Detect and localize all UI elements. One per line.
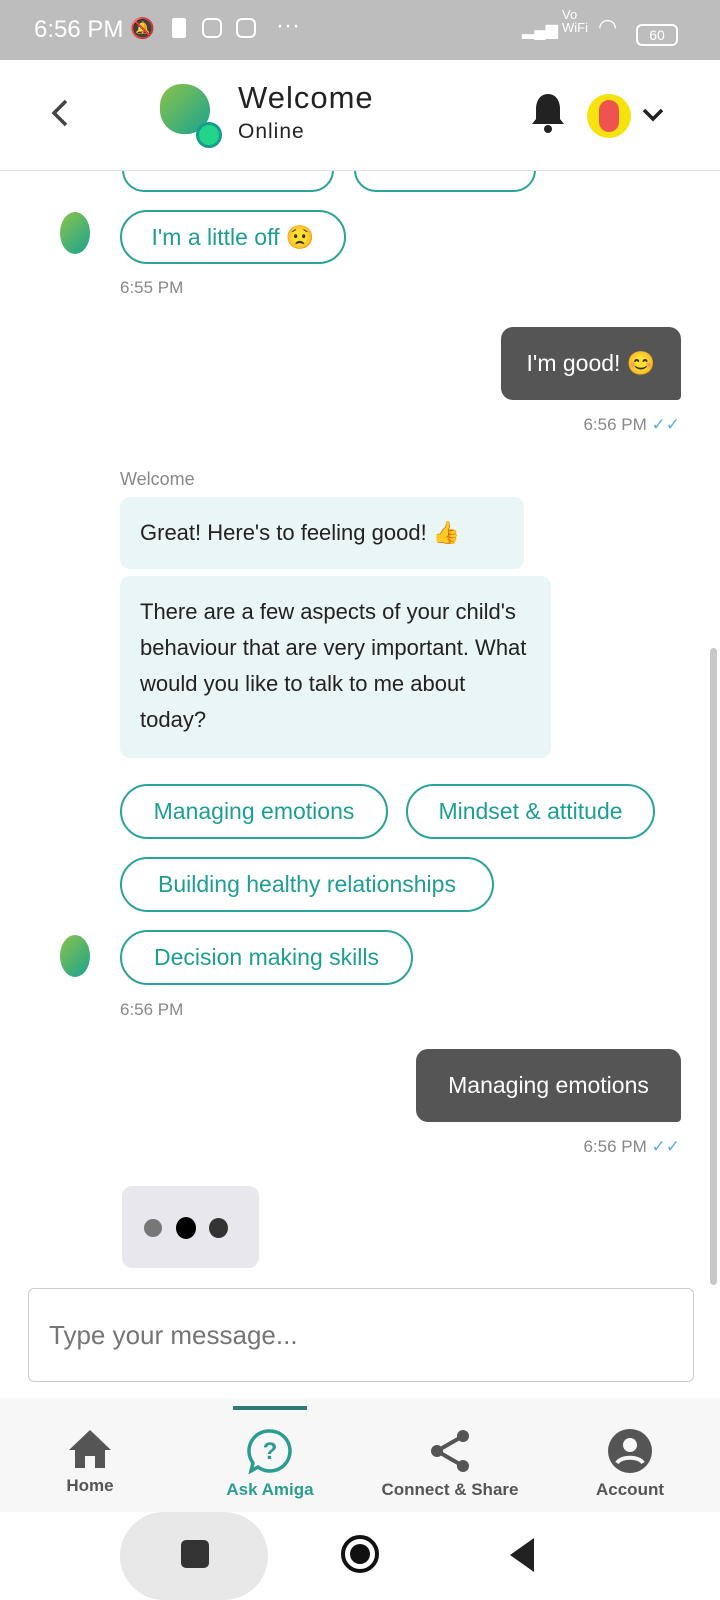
- back-nav-icon[interactable]: [508, 1536, 536, 1574]
- read-check-icon: ✓✓: [651, 415, 681, 434]
- battery-icon: 60: [636, 24, 678, 46]
- bot-message: There are a few aspects of your child's …: [120, 576, 551, 758]
- bot-avatar: [60, 935, 90, 977]
- quick-reply-chip[interactable]: Mindset & attitude: [406, 784, 655, 839]
- quick-reply-chip[interactable]: Managing emotions: [120, 784, 388, 839]
- chat-header: Welcome Online: [0, 60, 720, 171]
- nav-label: Account: [596, 1480, 664, 1499]
- nav-label: Home: [66, 1476, 114, 1495]
- sender-name: Welcome: [120, 469, 195, 489]
- system-nav-bar: [0, 1512, 720, 1600]
- bell-icon[interactable]: [530, 92, 566, 134]
- online-indicator: [196, 122, 222, 148]
- nav-home[interactable]: Home: [0, 1410, 180, 1510]
- recents-icon[interactable]: [181, 1540, 209, 1568]
- question-chat-icon: ?: [247, 1429, 292, 1474]
- quick-reply-chip[interactable]: I'm a little off 😟: [120, 210, 346, 264]
- instagram-icon: [236, 18, 256, 38]
- timestamp: 6:56 PM ✓✓: [583, 1137, 680, 1157]
- status-time: 6:56 PM: [34, 16, 124, 43]
- chevron-down-icon[interactable]: [641, 106, 665, 124]
- network-label: Vo WiFi: [562, 7, 588, 35]
- timestamp: 6:55 PM: [120, 278, 184, 297]
- user-message: I'm good! 😊: [501, 327, 681, 400]
- instagram-icon: [202, 18, 222, 38]
- timestamp: 6:56 PM: [120, 1000, 184, 1019]
- message-input[interactable]: [28, 1288, 694, 1382]
- timestamp-text: 6:56 PM: [583, 415, 647, 434]
- nav-connect-share[interactable]: Connect & Share: [360, 1410, 540, 1510]
- nav-account[interactable]: Account: [540, 1410, 720, 1510]
- timestamp-text: 6:56 PM: [583, 1137, 647, 1156]
- nav-label: Connect & Share: [381, 1480, 519, 1499]
- mute-icon: 🔕: [130, 18, 155, 40]
- user-message: Managing emotions: [416, 1049, 681, 1122]
- timestamp: 6:56 PM ✓✓: [583, 415, 680, 435]
- status-bar: 6:56 PM 🔕 ··· ▂▄▆ Vo WiFi ◠ 60: [0, 0, 720, 60]
- signal-icon: ▂▄▆: [522, 22, 558, 39]
- header-title: Welcome: [238, 80, 374, 115]
- nav-label: Ask Amiga: [226, 1480, 314, 1499]
- home-icon: [69, 1430, 111, 1468]
- header-status: Online: [238, 120, 305, 143]
- bot-avatar: [60, 212, 90, 254]
- typing-indicator: [122, 1186, 259, 1268]
- back-icon[interactable]: [48, 98, 72, 128]
- wifi-icon: ◠: [598, 14, 618, 39]
- scrollbar[interactable]: [710, 648, 717, 1285]
- more-icon: ···: [276, 12, 300, 39]
- read-check-icon: ✓✓: [651, 1137, 681, 1156]
- svg-text:?: ?: [263, 1438, 278, 1465]
- quick-reply-chip[interactable]: Decision making skills: [120, 930, 413, 985]
- bot-message: Great! Here's to feeling good! 👍: [120, 497, 524, 569]
- quick-reply-chip[interactable]: Building healthy relationships: [120, 857, 494, 912]
- nav-ask-amiga[interactable]: ? Ask Amiga: [180, 1410, 360, 1510]
- share-icon: [431, 1430, 469, 1472]
- home-button-icon[interactable]: [341, 1535, 379, 1573]
- trash-icon: [172, 18, 186, 38]
- user-avatar[interactable]: [587, 94, 631, 138]
- account-icon: [608, 1429, 652, 1473]
